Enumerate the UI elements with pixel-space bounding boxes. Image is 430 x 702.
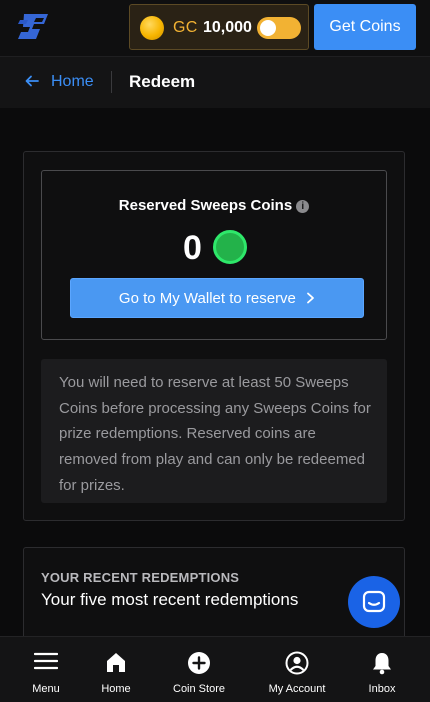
back-arrow-icon[interactable] [24,73,40,89]
bottom-nav: Menu Home Coin Store My Account Inbox [0,636,430,702]
nav-label-home: Home [101,683,131,695]
currency-label: GC [173,19,198,36]
nav-label-menu: Menu [32,683,60,695]
nav-label-coin-store: Coin Store [173,683,225,695]
brand-logo-icon[interactable] [14,10,54,44]
breadcrumb-home-link[interactable]: Home [51,73,94,91]
nav-coin-store[interactable]: Coin Store [163,637,235,702]
coin-balance-widget[interactable]: GC 10,000 [129,4,309,50]
redeem-card: Reserved Sweeps Coins i 0 Go to My Wallet… [23,151,405,521]
wallet-button-label: Go to My Wallet to reserve [118,289,296,307]
nav-label-my-account: My Account [268,683,326,695]
reserved-amount: 0 [183,229,202,267]
balance-amount: 10,000 [203,19,252,36]
nav-label-inbox: Inbox [368,683,396,695]
plus-circle-icon [188,652,210,674]
hamburger-icon [34,652,58,670]
recent-redemptions-caption: YOUR RECENT REDEMPTIONS [41,570,240,585]
reserved-sweeps-panel: Reserved Sweeps Coins i 0 Go to My Wallet… [41,170,387,340]
breadcrumb-divider [111,71,112,93]
gold-coin-icon [140,16,164,40]
reserve-notice: You will need to reserve at least 50 Swe… [41,359,387,503]
bell-icon [373,653,391,675]
chat-icon [362,590,386,613]
currency-toggle[interactable] [257,17,301,39]
nav-menu[interactable]: Menu [16,637,76,702]
go-to-wallet-button[interactable]: Go to My Wallet to reserve [70,278,364,318]
get-coins-button[interactable]: Get Coins [314,4,416,50]
home-icon [107,653,125,672]
nav-home[interactable]: Home [86,637,146,702]
chat-support-button[interactable] [348,576,400,628]
user-icon [285,651,309,675]
breadcrumb: Home Redeem [0,56,430,108]
reserved-title: Reserved Sweeps Coins [118,197,293,214]
nav-inbox[interactable]: Inbox [355,637,409,702]
sweeps-coin-icon [213,230,247,264]
toggle-knob [260,20,276,36]
reserved-title-row: Reserved Sweeps Coins i [42,197,386,214]
chevron-right-icon [302,290,315,307]
nav-my-account[interactable]: My Account [258,637,336,702]
recent-redemptions-title: Your five most recent redemptions [41,590,299,609]
info-icon[interactable]: i [296,200,310,213]
page-title: Redeem [129,72,196,91]
top-bar: GC 10,000 Get Coins [0,0,430,56]
